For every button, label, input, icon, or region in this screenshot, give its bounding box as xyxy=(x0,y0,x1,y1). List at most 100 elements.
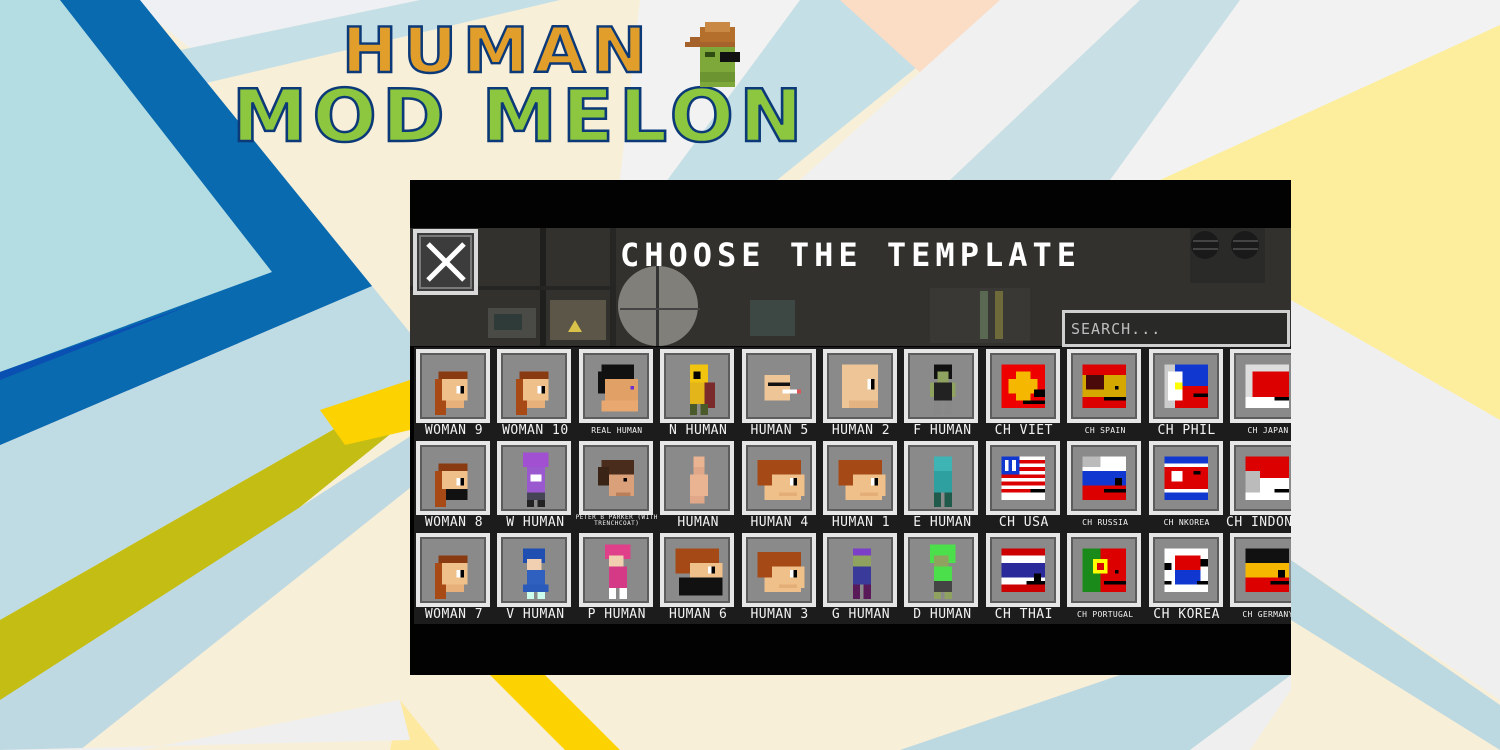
woman-head-icon xyxy=(434,555,468,599)
template-tile[interactable]: CH KOREA xyxy=(1147,531,1227,621)
smoking-head-icon xyxy=(764,375,801,401)
template-tile[interactable]: W HUMAN xyxy=(495,439,575,529)
human-body-icon xyxy=(689,456,709,504)
template-label: CH INDONESIA xyxy=(1226,515,1291,530)
template-label: HUMAN 5 xyxy=(750,423,809,438)
template-label: HUMAN 6 xyxy=(669,607,728,622)
template-tile[interactable]: V HUMAN xyxy=(495,531,575,621)
template-thumbnail xyxy=(1067,349,1142,423)
screen-title: CHOOSE THE TEMPLATE xyxy=(619,236,1082,274)
template-thumbnail xyxy=(823,441,897,515)
template-tile[interactable]: CH THAI xyxy=(984,531,1064,621)
template-tile[interactable]: CH RUSSIA xyxy=(1065,439,1145,529)
template-thumbnail xyxy=(1230,533,1291,607)
template-tile[interactable]: CH PORTUGAL xyxy=(1065,531,1145,621)
template-tile[interactable]: HUMAN 4 xyxy=(740,439,820,529)
template-thumbnail xyxy=(985,441,1060,515)
template-label: V HUMAN xyxy=(506,607,565,622)
template-label: D HUMAN xyxy=(913,607,972,622)
template-tile[interactable]: CH PHIL xyxy=(1147,347,1227,437)
app-logo: HUMAN MOD MELON xyxy=(230,13,810,155)
template-label: WOMAN 7 xyxy=(424,607,484,622)
character-f-icon xyxy=(930,364,956,415)
character-p-icon xyxy=(604,544,631,599)
peter-parker-head-icon xyxy=(597,459,634,497)
template-thumbnail xyxy=(741,441,816,515)
template-tile[interactable]: CH JAPAN xyxy=(1228,347,1291,437)
template-label: CH THAI xyxy=(994,607,1053,622)
template-tile[interactable]: HUMAN 3 xyxy=(740,531,820,621)
bald-head-icon xyxy=(841,364,879,408)
template-thumbnail xyxy=(578,533,653,607)
template-label: CH PORTUGAL xyxy=(1077,610,1134,619)
template-thumbnail xyxy=(823,349,897,423)
template-label: HUMAN xyxy=(677,515,719,530)
template-label: HUMAN 3 xyxy=(750,607,809,622)
template-tile[interactable]: HUMAN 6 xyxy=(658,531,738,621)
template-label: CH SPAIN xyxy=(1084,426,1126,435)
template-tile[interactable]: P HUMAN xyxy=(577,531,657,621)
template-label: F HUMAN xyxy=(913,423,972,438)
south-korea-countryball-icon xyxy=(1163,548,1208,592)
template-tile[interactable]: WOMAN 10 xyxy=(495,347,575,437)
template-thumbnail xyxy=(741,349,816,423)
template-tile[interactable]: F HUMAN xyxy=(902,347,982,437)
template-label: W HUMAN xyxy=(506,515,565,530)
template-label: HUMAN 2 xyxy=(831,423,891,438)
template-thumbnail xyxy=(660,349,735,423)
boy-head-icon xyxy=(756,459,804,500)
portugal-countryball-icon xyxy=(1082,548,1126,592)
template-thumbnail xyxy=(416,533,490,607)
template-tile[interactable]: WOMAN 8 xyxy=(414,439,494,529)
template-tile[interactable]: E HUMAN xyxy=(902,439,982,529)
woman-head-icon xyxy=(434,371,468,415)
template-tile[interactable]: CH VIET xyxy=(984,347,1064,437)
template-tile[interactable]: CH SPAIN xyxy=(1065,347,1145,437)
game-screen: CHOOSE THE TEMPLATE WOMAN 9 WOMAN 10 REAL … xyxy=(410,180,1291,675)
template-tile[interactable]: N HUMAN xyxy=(658,347,738,437)
template-label: WOMAN 10 xyxy=(502,423,569,438)
template-tile[interactable]: PETER B PARKER (WITH TRENCHCOAT) xyxy=(575,439,658,529)
template-thumbnail xyxy=(904,349,979,423)
template-label: WOMAN 9 xyxy=(424,423,484,438)
russia-countryball-icon xyxy=(1082,456,1126,500)
template-tile[interactable]: WOMAN 9 xyxy=(414,347,494,437)
character-w-icon xyxy=(523,452,549,507)
template-label: CH KOREA xyxy=(1153,607,1220,622)
search-input[interactable] xyxy=(1062,310,1290,347)
masked-boy-head-icon xyxy=(675,548,723,596)
template-thumbnail xyxy=(823,533,897,607)
template-tile[interactable]: WOMAN 7 xyxy=(414,531,494,621)
template-tile[interactable]: CH NKOREA xyxy=(1147,439,1227,529)
template-tile[interactable]: CH GERMANY xyxy=(1228,531,1291,621)
template-label: CH RUSSIA xyxy=(1082,518,1129,527)
character-g-icon xyxy=(852,548,871,599)
template-tile[interactable]: CH INDONESIA xyxy=(1226,439,1291,530)
template-label: REAL HUMAN xyxy=(591,426,643,435)
template-tile[interactable]: G HUMAN xyxy=(821,531,901,621)
logo-title-line1: HUMAN xyxy=(341,13,653,88)
template-tile[interactable]: HUMAN 2 xyxy=(821,347,901,437)
template-label: CH NKOREA xyxy=(1163,518,1210,527)
template-thumbnail xyxy=(1230,349,1291,423)
boy-head-icon xyxy=(756,551,804,592)
template-tile[interactable]: D HUMAN xyxy=(902,531,982,621)
template-thumbnail xyxy=(1148,441,1223,515)
template-thumbnail xyxy=(1148,533,1223,607)
template-thumbnail xyxy=(985,533,1060,607)
melon-cowboy-hat-icon xyxy=(685,22,740,87)
template-label: HUMAN 1 xyxy=(831,515,891,530)
template-label: CH JAPAN xyxy=(1247,426,1289,435)
germany-countryball-icon xyxy=(1245,548,1289,592)
template-tile[interactable]: REAL HUMAN xyxy=(577,347,657,437)
template-label: PETER B PARKER (WITH TRENCHCOAT) xyxy=(575,514,658,527)
spain-countryball-icon xyxy=(1082,364,1126,408)
template-tile[interactable]: HUMAN 5 xyxy=(740,347,820,437)
template-tile[interactable]: HUMAN xyxy=(658,439,738,529)
template-label: WOMAN 8 xyxy=(424,515,484,530)
template-thumbnail xyxy=(985,349,1060,423)
template-tile[interactable]: HUMAN 1 xyxy=(821,439,901,529)
template-thumbnail xyxy=(660,441,735,515)
template-tile[interactable]: CH USA xyxy=(984,439,1064,529)
template-thumbnail xyxy=(497,441,572,515)
